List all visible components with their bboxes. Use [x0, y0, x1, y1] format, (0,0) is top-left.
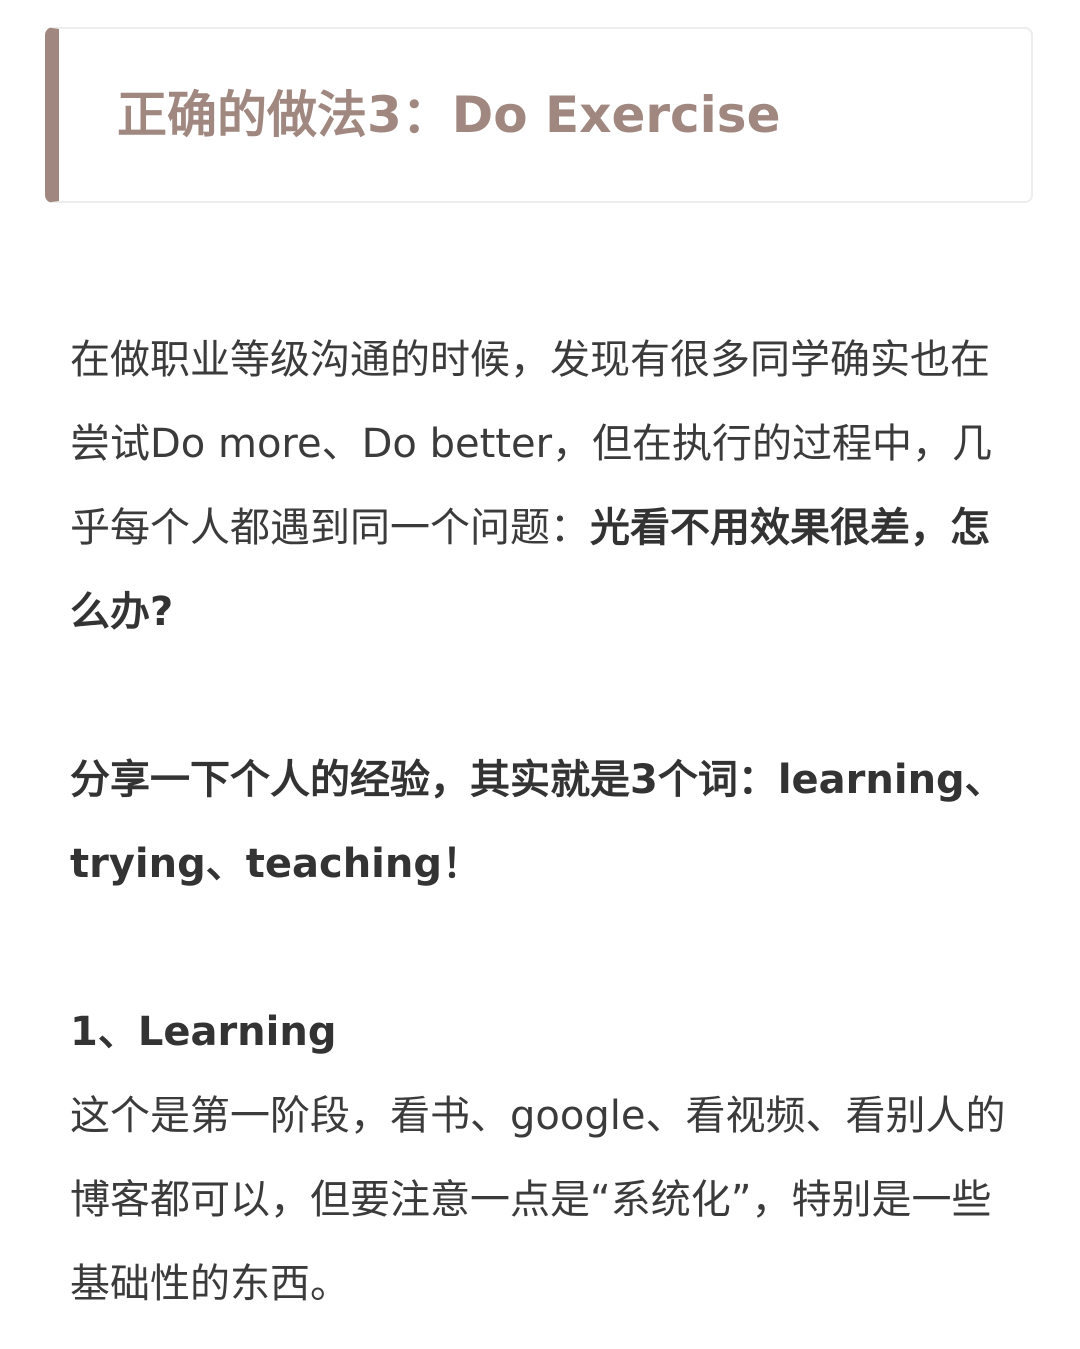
section-1-title: 1、Learning — [70, 1009, 337, 1055]
heading-title: 正确的做法3：Do Exercise — [117, 86, 781, 144]
section-1-body: 这个是第一阶段，看书、google、看视频、看别人的博客都可以，但要注意一点是“… — [70, 1093, 1006, 1307]
article-body: 在做职业等级沟通的时候，发现有很多同学确实也在尝试Do more、Do bett… — [70, 318, 1020, 1326]
paragraph-2: 分享一下个人的经验，其实就是3个词：learning、trying、teachi… — [70, 757, 1005, 887]
paragraph-1: 在做职业等级沟通的时候，发现有很多同学确实也在尝试Do more、Do bett… — [70, 318, 1020, 654]
heading-card: 正确的做法3：Do Exercise — [45, 27, 1033, 203]
